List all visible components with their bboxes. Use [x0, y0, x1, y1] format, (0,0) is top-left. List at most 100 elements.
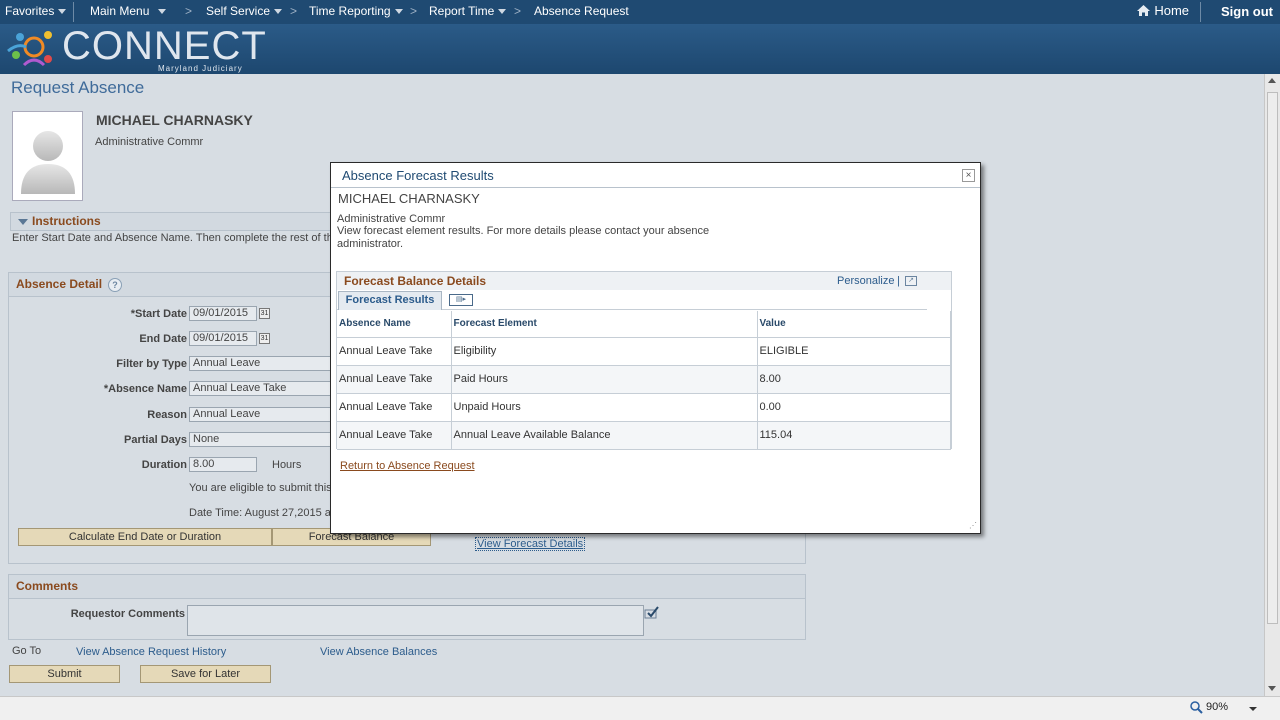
nav-favorites-label: Favorites — [5, 4, 55, 18]
breadcrumb-separator-icon: > — [185, 4, 193, 18]
comments-section: Comments Requestor Comments — [8, 574, 806, 640]
view-absence-balances-link[interactable]: View Absence Balances — [320, 646, 437, 658]
view-forecast-details-link[interactable]: View Forecast Details — [475, 537, 586, 551]
connect-logo-icon — [7, 31, 52, 67]
nav-self-service-label: Self Service — [206, 4, 271, 18]
forecast-table: Absence Name Forecast Element Value Annu… — [337, 311, 951, 450]
cell-value: 115.04 — [757, 421, 951, 450]
modal-title: Absence Forecast Results — [342, 168, 494, 183]
cell-absence-name: Annual Leave Take — [337, 337, 452, 366]
column-header-forecast-element[interactable]: Forecast Element — [451, 311, 758, 338]
nav-report-time[interactable]: Report Time — [429, 4, 507, 18]
comments-header: Comments — [9, 575, 805, 599]
calculate-end-date-button[interactable]: Calculate End Date or Duration — [18, 528, 272, 546]
save-for-later-button[interactable]: Save for Later — [140, 665, 271, 683]
calendar-icon[interactable]: 31 — [259, 308, 270, 319]
filter-by-type-label: Filter by Type — [116, 358, 187, 370]
column-header-value[interactable]: Value — [757, 311, 951, 338]
cell-forecast-element: Eligibility — [451, 337, 758, 366]
grid-header-divider: | — [897, 275, 900, 287]
browser-status-bar: 90% — [0, 696, 1280, 720]
partial-days-label: Partial Days — [124, 434, 187, 446]
nav-self-service[interactable]: Self Service — [206, 4, 283, 18]
partial-days-select[interactable]: None — [189, 432, 331, 447]
nav-main-menu[interactable]: Main Menu — [90, 4, 167, 18]
chevron-down-icon — [274, 9, 283, 15]
sign-out-link[interactable]: Sign out — [1221, 4, 1273, 19]
filter-by-type-select[interactable]: Annual Leave — [189, 356, 331, 371]
reason-select[interactable]: Annual Leave — [189, 407, 331, 422]
close-icon[interactable]: × — [962, 169, 975, 182]
nav-divider — [1200, 2, 1201, 22]
home-icon — [1137, 5, 1150, 16]
zoom-icon — [1190, 701, 1203, 714]
logo-wordmark: CONNECT — [62, 24, 267, 68]
cell-absence-name: Annual Leave Take — [337, 365, 452, 394]
cell-forecast-element: Unpaid Hours — [451, 393, 758, 422]
page-scrollbar[interactable] — [1264, 74, 1280, 696]
date-time-message: Date Time: August 27,2015 a — [189, 507, 331, 519]
end-date-label: End Date — [139, 333, 187, 345]
duration-unit: Hours — [272, 459, 302, 471]
collapse-triangle-icon — [18, 219, 28, 225]
requestor-comments-input[interactable] — [187, 605, 644, 636]
nav-divider — [73, 2, 74, 22]
cell-value: 0.00 — [757, 393, 951, 422]
requestor-comments-label: Requestor Comments — [70, 608, 185, 620]
start-date-field[interactable]: 09/01/2015 — [189, 306, 257, 321]
personalize-link[interactable]: Personalize — [837, 275, 894, 287]
nav-favorites[interactable]: Favorites — [5, 4, 67, 18]
chevron-down-icon — [394, 9, 403, 15]
column-header-absence-name[interactable]: Absence Name — [337, 311, 452, 338]
table-row: Annual Leave Take Eligibility ELIGIBLE — [337, 337, 951, 366]
modal-description: View forecast element results. For more … — [337, 225, 710, 250]
instructions-header-label: Instructions — [32, 214, 101, 228]
return-to-absence-request-link[interactable]: Return to Absence Request — [340, 460, 475, 472]
breadcrumb-separator-icon: > — [290, 4, 298, 18]
chevron-down-icon — [58, 9, 67, 15]
tab-forecast-results[interactable]: Forecast Results — [338, 291, 442, 310]
zoom-level[interactable]: 90% — [1206, 701, 1228, 713]
chevron-down-icon — [158, 9, 167, 15]
instructions-header[interactable]: Instructions — [10, 212, 340, 231]
cell-forecast-element: Annual Leave Available Balance — [451, 421, 758, 450]
nav-absence-request[interactable]: Absence Request — [534, 4, 629, 18]
nav-time-reporting-label: Time Reporting — [309, 4, 391, 18]
help-icon[interactable]: ? — [108, 277, 123, 292]
table-row: Annual Leave Take Paid Hours 8.00 — [337, 365, 951, 394]
cell-value: ELIGIBLE — [757, 337, 951, 366]
breadcrumb-separator-icon: > — [514, 4, 522, 18]
employee-name: MICHAEL CHARNASKY — [96, 112, 253, 128]
view-absence-request-history-link[interactable]: View Absence Request History — [76, 646, 226, 658]
duration-label: Duration — [141, 459, 187, 471]
modal-titlebar[interactable]: Absence Forecast Results × — [331, 163, 980, 188]
grid-title: Forecast Balance Details — [344, 274, 487, 288]
scroll-up-icon[interactable] — [1268, 78, 1276, 83]
new-window-icon[interactable]: ↗ — [905, 276, 917, 286]
home-link[interactable]: Home — [1136, 3, 1189, 18]
start-date-label: *Start Date — [130, 308, 187, 320]
grid-header: Forecast Balance Details Personalize | ↗ — [337, 272, 951, 290]
eligibility-message: You are eligible to submit this — [189, 482, 331, 494]
zoom-dropdown-icon[interactable] — [1249, 707, 1257, 711]
home-label: Home — [1154, 3, 1190, 18]
table-header-row: Absence Name Forecast Element Value — [337, 311, 951, 338]
cell-absence-name: Annual Leave Take — [337, 421, 452, 450]
show-all-columns-icon[interactable]: ▤▸ — [449, 294, 473, 306]
scroll-down-icon[interactable] — [1268, 686, 1276, 691]
connect-banner: CONNECT Maryland Judiciary — [0, 24, 1280, 74]
resize-grip-icon[interactable]: ⋰ — [969, 521, 979, 531]
nav-time-reporting[interactable]: Time Reporting — [309, 4, 403, 18]
employee-job-title: Administrative Commr — [95, 136, 204, 148]
submit-button[interactable]: Submit — [9, 665, 120, 683]
nav-report-time-label: Report Time — [429, 4, 495, 18]
calendar-icon[interactable]: 31 — [259, 333, 270, 344]
employee-avatar — [12, 111, 83, 201]
absence-name-select[interactable]: Annual Leave Take — [189, 381, 331, 396]
scroll-thumb[interactable] — [1267, 92, 1278, 624]
cell-value: 8.00 — [757, 365, 951, 394]
page-title: Request Absence — [11, 78, 145, 97]
end-date-field[interactable]: 09/01/2015 — [189, 331, 257, 346]
spell-check-icon[interactable] — [644, 605, 660, 621]
duration-field[interactable]: 8.00 — [189, 457, 257, 472]
